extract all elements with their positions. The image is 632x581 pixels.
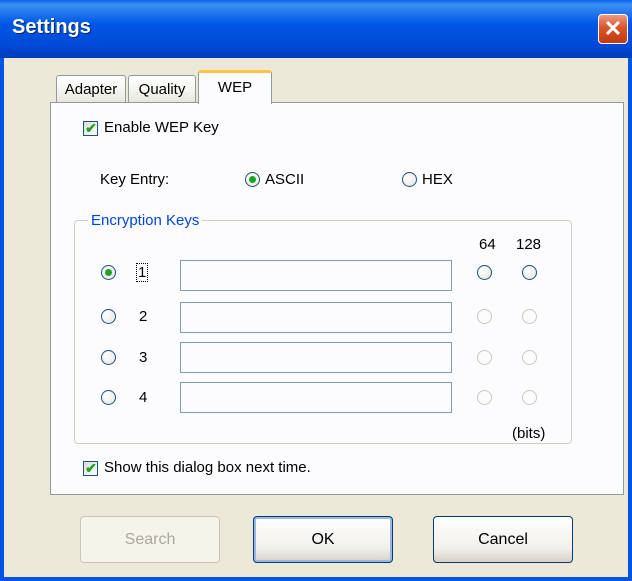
cancel-button-label: Cancel xyxy=(478,531,528,548)
search-button-label: Search xyxy=(124,531,176,548)
search-button[interactable]: Search xyxy=(80,516,220,563)
tab-wep-label: WEP xyxy=(217,79,253,96)
title-bar: Settings ✕ xyxy=(0,0,632,58)
close-button[interactable]: ✕ xyxy=(598,14,628,44)
tab-wep[interactable]: WEP xyxy=(198,70,272,104)
close-icon: ✕ xyxy=(603,16,623,41)
tab-quality[interactable]: Quality xyxy=(128,75,196,103)
cancel-button[interactable]: Cancel xyxy=(433,516,573,563)
wep-tab-panel xyxy=(50,102,624,495)
ok-button-label: OK xyxy=(311,531,335,548)
tab-adapter[interactable]: Adapter xyxy=(56,75,126,103)
ok-button[interactable]: OK xyxy=(253,516,393,563)
tab-adapter-label: Adapter xyxy=(64,81,118,98)
tab-quality-label: Quality xyxy=(138,81,186,98)
window-title: Settings xyxy=(12,16,91,38)
